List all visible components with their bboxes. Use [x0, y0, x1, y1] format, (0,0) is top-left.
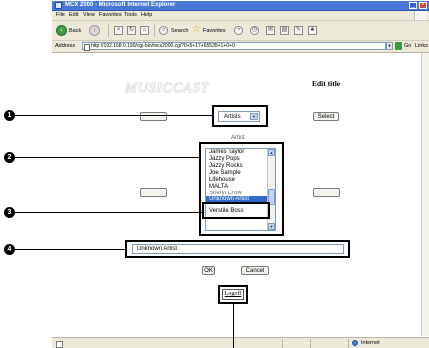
- close-icon[interactable]: ×: [419, 2, 427, 9]
- toolbar: ‹ Back › × ↻ ⌂ ○ Search ☆ Favorites ◔ ◷ …: [52, 21, 429, 41]
- blank-button-middle-left[interactable]: [140, 188, 167, 197]
- status-separator: [348, 339, 349, 348]
- menu-favorites[interactable]: Favorites: [99, 12, 122, 18]
- security-zone: Internet: [361, 340, 380, 346]
- menu-tools[interactable]: Tools: [124, 12, 137, 18]
- address-bar: Address http://192.168.0.190/cgi-bin/mcx…: [52, 41, 429, 53]
- back-arrow-icon[interactable]: ‹: [56, 25, 67, 36]
- list-caption: Artist: [231, 135, 245, 141]
- go-button[interactable]: Go: [404, 43, 411, 49]
- mail-icon[interactable]: ✉: [266, 26, 275, 35]
- ie-icon: [55, 2, 62, 9]
- menu-bar: File Edit View Favorites Tools Help: [52, 11, 429, 21]
- status-bar: Internet: [52, 337, 429, 348]
- search-label[interactable]: Search: [171, 28, 188, 34]
- media-icon[interactable]: ◔: [234, 26, 243, 35]
- callout-box-1: [212, 105, 268, 127]
- print-icon[interactable]: ▤: [280, 26, 289, 35]
- favorites-star-icon[interactable]: ☆: [192, 25, 201, 35]
- address-input[interactable]: http://192.168.0.190/cgi-bin/mcx2000.cgi…: [82, 42, 386, 50]
- search-icon[interactable]: ○: [159, 26, 168, 35]
- address-dropdown-icon[interactable]: ▼: [386, 42, 393, 50]
- toolbar-separator: [154, 24, 155, 37]
- callout-leader-4: [15, 249, 125, 250]
- toolbar-separator: [108, 24, 109, 37]
- menu-view[interactable]: View: [83, 12, 95, 18]
- callout-number-3: 3: [4, 207, 15, 218]
- history-icon[interactable]: ◷: [250, 26, 259, 35]
- refresh-icon[interactable]: ↻: [127, 26, 136, 35]
- back-label[interactable]: Back: [69, 28, 81, 34]
- menu-file[interactable]: File: [56, 12, 65, 18]
- home-icon[interactable]: ⌂: [140, 26, 149, 35]
- callout-number-2: 2: [4, 152, 15, 163]
- page-icon: [84, 44, 90, 51]
- callout-box-4: [125, 240, 350, 258]
- links-button[interactable]: Links: [415, 43, 428, 49]
- callout-number-1: 1: [4, 110, 15, 121]
- minimize-icon[interactable]: _: [409, 2, 417, 9]
- page-status-icon: [56, 341, 63, 348]
- page-scrollbar[interactable]: [421, 53, 429, 336]
- stop-icon[interactable]: ×: [114, 26, 123, 35]
- callout-number-4: 4: [4, 244, 15, 255]
- blank-button-top-left[interactable]: [140, 112, 167, 121]
- page-heading: Edit title: [312, 79, 341, 88]
- cancel-button[interactable]: Cancel: [241, 266, 269, 275]
- internet-globe-icon: [352, 340, 358, 346]
- status-separator: [310, 339, 311, 348]
- select-button[interactable]: Select: [313, 112, 339, 121]
- status-separator: [282, 339, 283, 348]
- messenger-icon[interactable]: ♣: [308, 26, 317, 35]
- window-title: MCX 2000 - Microsoft Internet Explorer: [65, 2, 176, 8]
- go-arrow-icon[interactable]: [395, 42, 402, 50]
- callout-leader-5: [233, 304, 234, 348]
- title-bar: MCX 2000 - Microsoft Internet Explorer _…: [52, 1, 429, 11]
- callout-leader-3: [15, 212, 202, 213]
- blank-button-middle-right[interactable]: [313, 188, 340, 197]
- ok-button[interactable]: OK: [202, 266, 215, 275]
- callout-leader-2: [15, 157, 199, 158]
- callout-leader-1: [15, 115, 212, 116]
- callout-box-3: [202, 202, 270, 219]
- edit-icon[interactable]: ✎: [294, 26, 303, 35]
- address-label: Address: [55, 43, 76, 49]
- forward-arrow-icon[interactable]: ›: [89, 25, 100, 36]
- callout-box-5: [218, 285, 248, 304]
- menu-help[interactable]: Help: [141, 12, 152, 18]
- menu-edit[interactable]: Edit: [69, 12, 78, 18]
- favorites-label[interactable]: Favorites: [203, 28, 226, 34]
- musiccast-logo: MUSICCAST: [125, 81, 210, 96]
- callout-box-2: [199, 142, 284, 236]
- windows-logo-icon: [414, 11, 427, 20]
